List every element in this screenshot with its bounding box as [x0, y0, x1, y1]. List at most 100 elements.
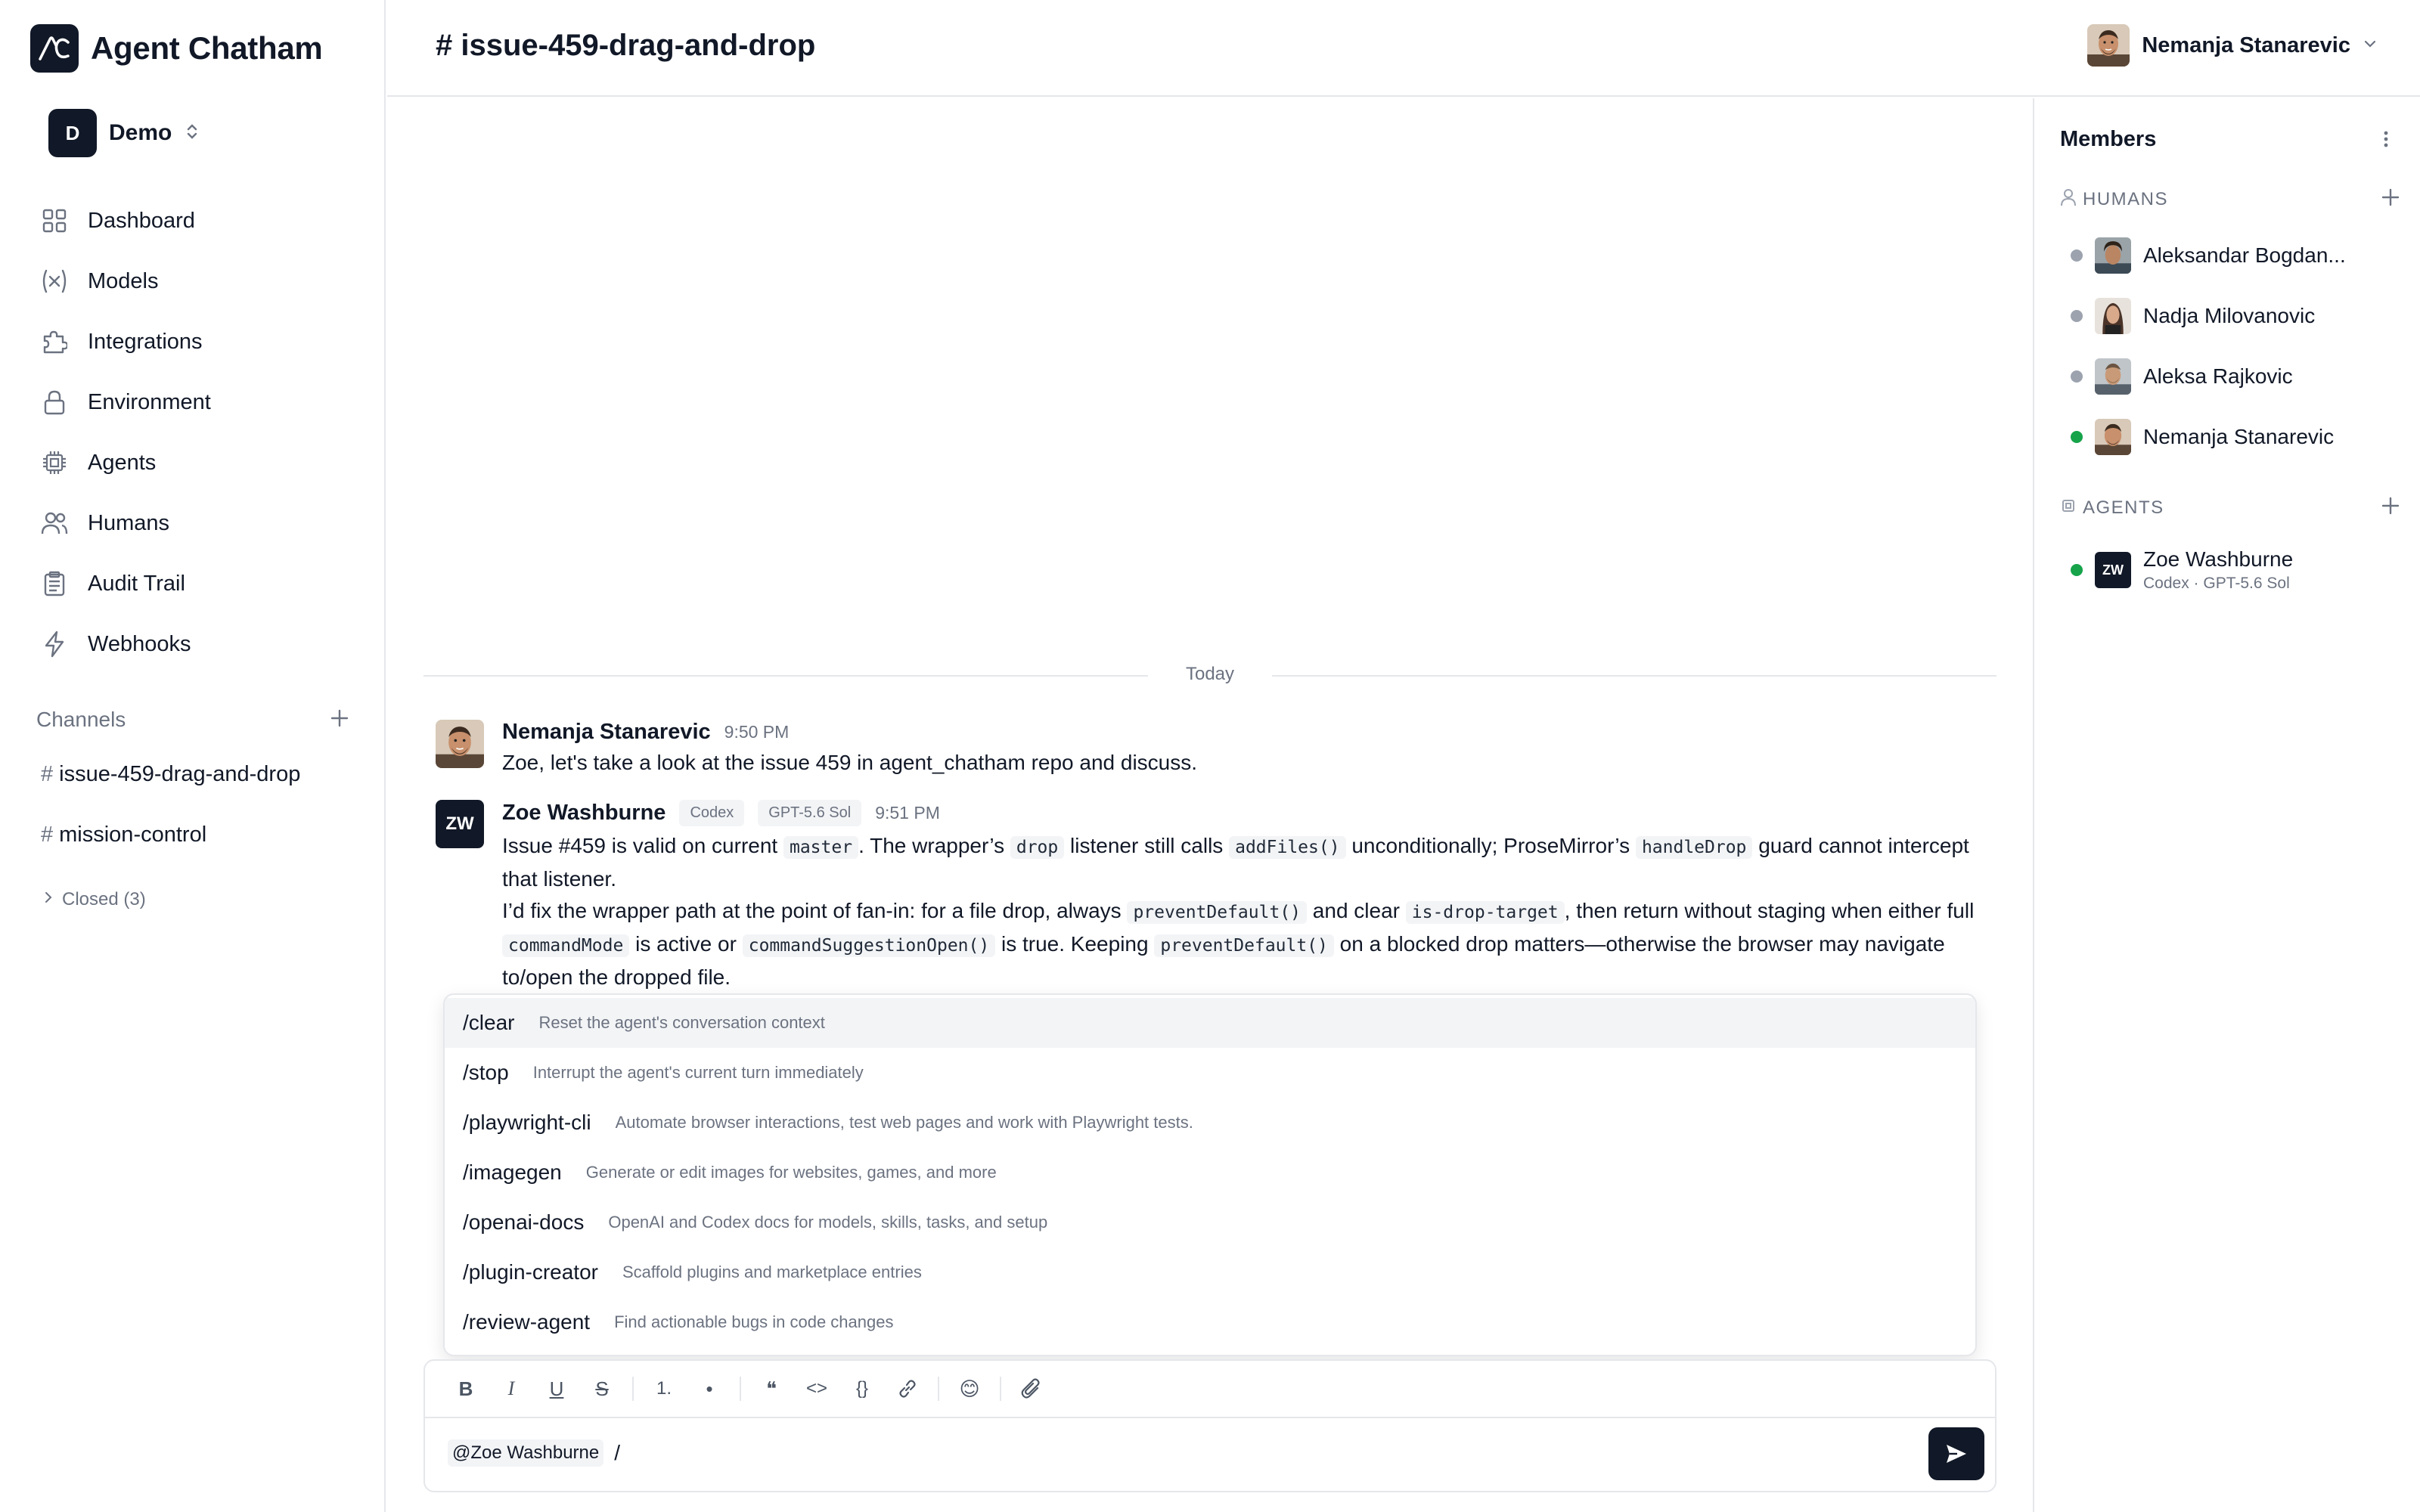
- add-channel-icon[interactable]: [330, 708, 349, 732]
- bullet-list-button[interactable]: •: [687, 1368, 732, 1410]
- model-tag: GPT-5.6 Sol: [758, 800, 862, 826]
- command-item-openai-docs[interactable]: /openai-docs OpenAI and Codex docs for mo…: [445, 1198, 1975, 1247]
- nav-webhooks[interactable]: Webhooks: [38, 621, 355, 667]
- quote-button[interactable]: ❝: [749, 1368, 794, 1410]
- variable-icon: [38, 265, 71, 298]
- user-icon: [2060, 188, 2077, 210]
- member-name: Nadja Milovanovic: [2143, 304, 2316, 327]
- message-input[interactable]: @Zoe Washburne /: [448, 1439, 620, 1467]
- typed-text: /: [614, 1441, 621, 1464]
- message-meta: Nemanja Stanarevic 9:50 PM: [502, 720, 789, 745]
- command-item-stop[interactable]: /stop Interrupt the agent's current turn …: [445, 1048, 1975, 1098]
- dashboard-icon: [38, 204, 71, 237]
- member-item[interactable]: Aleksa Rajkovic: [2071, 358, 2403, 395]
- slash-command-menu: /clear Reset the agent's conversation con…: [443, 993, 1977, 1356]
- member-item[interactable]: Nadja Milovanovic: [2071, 298, 2403, 334]
- avatar[interactable]: ZW: [436, 800, 484, 848]
- nav-agents[interactable]: Agents: [38, 440, 355, 485]
- nav-label: Audit Trail: [88, 571, 185, 596]
- nav-label: Webhooks: [88, 631, 191, 656]
- nav-label: Integrations: [88, 329, 203, 354]
- add-human-icon[interactable]: [2381, 187, 2400, 211]
- app-name: Agent Chatham: [91, 30, 323, 66]
- member-item[interactable]: Nemanja Stanarevic: [2071, 419, 2403, 455]
- app-logo-icon: [30, 24, 79, 73]
- italic-button[interactable]: I: [489, 1368, 534, 1410]
- nav-models[interactable]: Models: [38, 259, 355, 304]
- channel-item-mission-control[interactable]: # mission-control: [41, 823, 206, 847]
- message-author[interactable]: Nemanja Stanarevic: [502, 720, 711, 745]
- member-name: Aleksandar Bogdan...: [2143, 243, 2346, 267]
- command-item-imagegen[interactable]: /imagegen Generate or edit images for web…: [445, 1148, 1975, 1198]
- nav-integrations[interactable]: Integrations: [38, 319, 355, 364]
- inline-code: commandMode: [502, 934, 630, 957]
- user-menu[interactable]: Nemanja Stanarevic: [2087, 24, 2378, 67]
- nav-humans[interactable]: Humans: [38, 500, 355, 546]
- chip-icon: [2060, 497, 2077, 518]
- message-body: Zoe, let's take a look at the issue 459 …: [502, 751, 1198, 774]
- nav-environment[interactable]: Environment: [38, 380, 355, 425]
- add-agent-icon[interactable]: [2381, 496, 2400, 519]
- command-item-plugin-creator[interactable]: /plugin-creator Scaffold plugins and mark…: [445, 1247, 1975, 1297]
- avatar: [2087, 24, 2130, 67]
- code-block-button[interactable]: {}: [839, 1368, 885, 1410]
- inline-code: addFiles(): [1229, 836, 1346, 859]
- closed-channels-toggle[interactable]: Closed (3): [41, 889, 146, 910]
- command-item-review-agent[interactable]: /review-agent Find actionable bugs in cod…: [445, 1297, 1975, 1347]
- presence-dot: [2071, 370, 2083, 383]
- avatar[interactable]: [436, 720, 484, 768]
- humans-section-header: HUMANS: [2060, 187, 2400, 211]
- member-name: Zoe Washburne: [2143, 547, 2294, 571]
- current-user-name: Nemanja Stanarevic: [2142, 33, 2350, 57]
- humans-section-label: HUMANS: [2083, 188, 2169, 209]
- link-button[interactable]: [885, 1368, 930, 1410]
- message-time: 9:50 PM: [724, 722, 790, 742]
- ordered-list-button[interactable]: 1.: [641, 1368, 687, 1410]
- page-title: # issue-459-drag-and-drop: [436, 29, 816, 62]
- presence-dot: [2071, 564, 2083, 576]
- avatar: [2095, 358, 2131, 395]
- agent-avatar: ZW: [2095, 552, 2131, 588]
- workspace-avatar: D: [48, 109, 97, 157]
- chip-icon: [38, 446, 71, 479]
- inline-code: handleDrop: [1635, 836, 1753, 859]
- bold-button[interactable]: B: [443, 1368, 489, 1410]
- avatar: [2095, 419, 2131, 455]
- bolt-icon: [38, 627, 71, 661]
- users-icon: [38, 507, 71, 540]
- nav-dashboard[interactable]: Dashboard: [38, 198, 355, 243]
- agent-tag: Codex: [679, 800, 745, 826]
- channel-item-issue-459[interactable]: # issue-459-drag-and-drop: [41, 762, 300, 787]
- workspace-name: Demo: [109, 120, 172, 145]
- date-divider-label: Today: [1185, 664, 1235, 684]
- message-author[interactable]: Zoe Washburne: [502, 801, 666, 826]
- message-composer: B I U S 1. • ❝ <> {} 😊 @Zoe Washburne /: [424, 1359, 1996, 1492]
- brand[interactable]: Agent Chatham: [30, 24, 323, 73]
- command-item-clear[interactable]: /clear Reset the agent's conversation con…: [445, 998, 1975, 1048]
- message-meta: Zoe Washburne Codex GPT-5.6 Sol 9:51 PM: [502, 800, 940, 826]
- attach-button[interactable]: [1009, 1368, 1054, 1410]
- puzzle-icon: [38, 325, 71, 358]
- message-time: 9:51 PM: [875, 803, 940, 823]
- code-button[interactable]: <>: [794, 1368, 839, 1410]
- agent-model: Codex · GPT-5.6 Sol: [2143, 575, 2290, 592]
- lock-icon: [38, 386, 71, 419]
- send-button[interactable]: [1928, 1427, 1984, 1480]
- more-vertical-icon[interactable]: [2382, 129, 2390, 153]
- strikethrough-button[interactable]: S: [579, 1368, 625, 1410]
- channel-name: mission-control: [59, 823, 207, 847]
- avatar: [2095, 237, 2131, 274]
- sidebar: Agent Chatham D Demo Dashboard Models In…: [0, 0, 386, 1512]
- member-item[interactable]: Aleksandar Bogdan...: [2071, 237, 2403, 274]
- emoji-button[interactable]: 😊: [947, 1368, 992, 1410]
- link-icon: [899, 1380, 916, 1398]
- message-body: Issue #459 is valid on current master. T…: [502, 830, 2007, 993]
- inline-code: is-drop-target: [1405, 901, 1565, 924]
- workspace-switcher[interactable]: D Demo: [48, 109, 199, 157]
- command-item-playwright-cli[interactable]: /playwright-cli Automate browser interact…: [445, 1098, 1975, 1148]
- channel-header: # issue-459-drag-and-drop Nemanja Stanar…: [387, 0, 2420, 97]
- nav-audit-trail[interactable]: Audit Trail: [38, 561, 355, 606]
- agent-item[interactable]: ZW Zoe Washburne Codex · GPT-5.6 Sol: [2071, 547, 2403, 593]
- inline-code: drop: [1010, 836, 1065, 859]
- underline-button[interactable]: U: [534, 1368, 579, 1410]
